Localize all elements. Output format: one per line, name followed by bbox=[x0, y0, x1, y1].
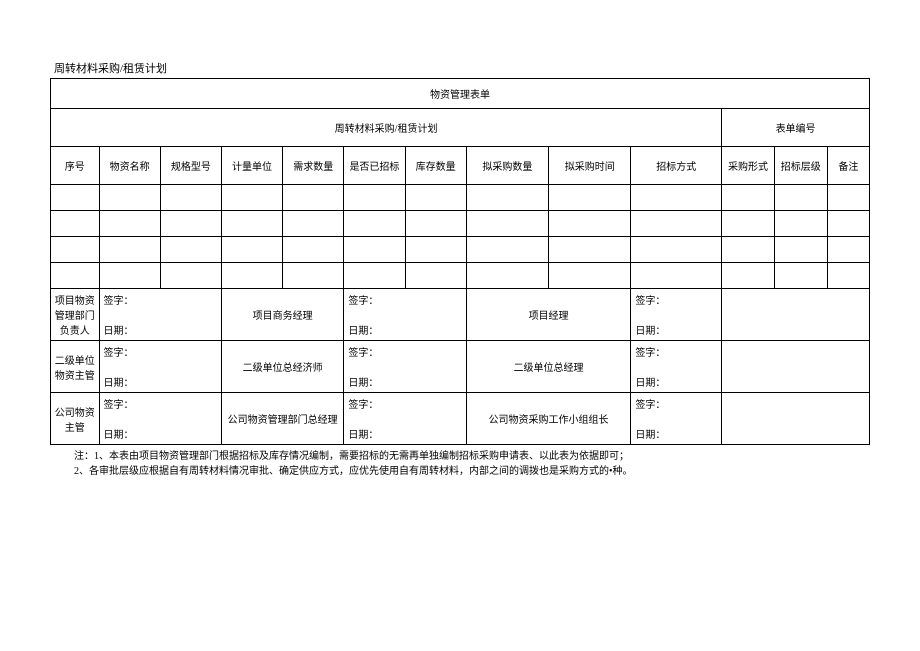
sig-r3c-role: 公司物资采购工作小组组长 bbox=[466, 393, 631, 445]
sig-r3c-sign: 签字： bbox=[631, 393, 722, 419]
sig-r2c-date: 日期： bbox=[631, 367, 722, 393]
sig-r1b-sign: 签字： bbox=[344, 289, 466, 315]
sig-r2b-date: 日期： bbox=[344, 367, 466, 393]
sig-r2c-sign: 签字： bbox=[631, 341, 722, 367]
col-unit: 计量单位 bbox=[221, 147, 282, 185]
col-plan-buy-qty: 拟采购数量 bbox=[466, 147, 548, 185]
sig-r3c-date: 日期： bbox=[631, 419, 722, 445]
sig-r1c-role: 项目经理 bbox=[466, 289, 631, 341]
sig-r1c-date: 日期： bbox=[631, 315, 722, 341]
sig-r3b-sign: 签字： bbox=[344, 393, 466, 419]
sig-r1b-date: 日期： bbox=[344, 315, 466, 341]
sig-r3a-role: 公司物资主管 bbox=[51, 393, 100, 445]
sig-r2b-sign: 签字： bbox=[344, 341, 466, 367]
col-spec: 规格型号 bbox=[160, 147, 221, 185]
col-remark: 备注 bbox=[827, 147, 869, 185]
col-material-name: 物资名称 bbox=[99, 147, 160, 185]
main-table: 物资管理表单 周转材料采购/租赁计划 表单编号 序号 物资名称 规格型号 计量单… bbox=[50, 78, 870, 445]
col-demand-qty: 需求数量 bbox=[283, 147, 344, 185]
note-prefix: 注： bbox=[74, 451, 94, 462]
data-row bbox=[51, 185, 870, 211]
sig-r1a-sign: 签字： bbox=[99, 289, 221, 315]
sig-r2a-role: 二级单位物资主管 bbox=[51, 341, 100, 393]
document-title: 周转材料采购/租赁计划 bbox=[50, 60, 870, 76]
sig-r2-blank bbox=[722, 341, 870, 393]
hdr-title1: 物资管理表单 bbox=[51, 79, 870, 109]
sig-r3b-role: 公司物资管理部门总经理 bbox=[221, 393, 343, 445]
sig-r1-blank bbox=[722, 289, 870, 341]
note-line1: 1、本表由项目物资管理部门根据招标及库存情况编制，需要招标的无需再单独编制招标采… bbox=[94, 451, 629, 462]
sig-r2a-date: 日期： bbox=[99, 367, 221, 393]
data-row bbox=[51, 237, 870, 263]
sig-row-2: 二级单位物资主管 签字： 二级单位总经济师 签字： 二级单位总经理 签字： bbox=[51, 341, 870, 367]
data-row bbox=[51, 263, 870, 289]
sig-r2b-role: 二级单位总经济师 bbox=[221, 341, 343, 393]
hdr-title2: 周转材料采购/租赁计划 bbox=[51, 109, 722, 147]
col-plan-buy-time: 拟采购时间 bbox=[549, 147, 631, 185]
sig-r1a-role: 项目物资管理部门负责人 bbox=[51, 289, 100, 341]
sig-r1b-role: 项目商务经理 bbox=[221, 289, 343, 341]
col-tender-method: 招标方式 bbox=[631, 147, 722, 185]
col-purchase-form: 采购形式 bbox=[722, 147, 775, 185]
sig-r1c-sign: 签字： bbox=[631, 289, 722, 315]
sig-row-3: 公司物资主管 签字： 公司物资管理部门总经理 签字： 公司物资采购工作小组组长 … bbox=[51, 393, 870, 419]
sig-r2a-sign: 签字： bbox=[99, 341, 221, 367]
sig-r2c-role: 二级单位总经理 bbox=[466, 341, 631, 393]
col-seq: 序号 bbox=[51, 147, 100, 185]
note-line2: 2、各审批层级应根据自有周转材料情况审批、确定供应方式，应优先使用自有周转材料，… bbox=[74, 466, 633, 477]
sig-r1a-date: 日期： bbox=[99, 315, 221, 341]
sig-row-1: 项目物资管理部门负责人 签字： 项目商务经理 签字： 项目经理 签字： bbox=[51, 289, 870, 315]
data-row bbox=[51, 211, 870, 237]
col-tender-level: 招标层级 bbox=[774, 147, 827, 185]
sig-r3-blank bbox=[722, 393, 870, 445]
form-number-label: 表单编号 bbox=[722, 109, 870, 147]
col-stock-qty: 库存数量 bbox=[405, 147, 466, 185]
footnotes: 注：1、本表由项目物资管理部门根据招标及库存情况编制，需要招标的无需再单独编制招… bbox=[50, 445, 870, 479]
sig-r3a-sign: 签字： bbox=[99, 393, 221, 419]
sig-r3a-date: 日期： bbox=[99, 419, 221, 445]
sig-r3b-date: 日期： bbox=[344, 419, 466, 445]
column-header-row: 序号 物资名称 规格型号 计量单位 需求数量 是否已招标 库存数量 拟采购数量 … bbox=[51, 147, 870, 185]
col-tendered: 是否已招标 bbox=[344, 147, 405, 185]
